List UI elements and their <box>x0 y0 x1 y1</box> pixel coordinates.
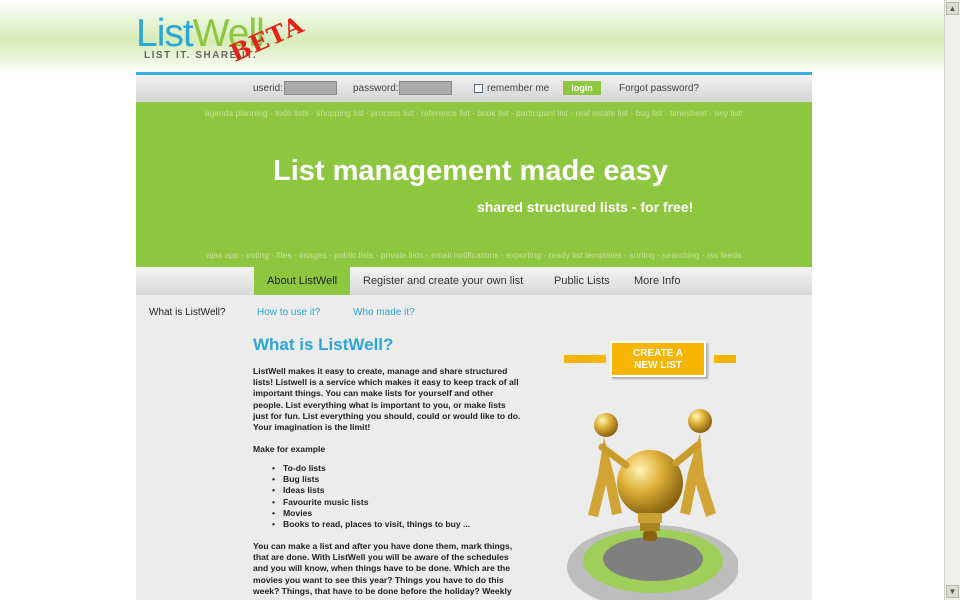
tab-public-lists[interactable]: Public Lists <box>554 267 610 295</box>
userid-input[interactable] <box>284 81 337 95</box>
cta-line-2: NEW LIST <box>634 360 682 371</box>
login-bar: userid: password: remember me login Forg… <box>136 72 812 102</box>
hero-banner: agenda planning - todo lists - shopping … <box>136 102 812 267</box>
forgot-password-link[interactable]: Forgot password? <box>619 83 699 94</box>
tab-about-listwell[interactable]: About ListWell <box>254 267 351 295</box>
section-heading: What is ListWell? <box>253 335 394 354</box>
hero-top-tags: agenda planning - todo lists - shopping … <box>204 108 744 118</box>
list-item: Books to read, places to visit, things t… <box>272 519 470 530</box>
second-paragraph: You can make a list and after you have d… <box>253 541 513 596</box>
lightbulb-figures-illustration <box>567 409 738 600</box>
examples-list: To-do lists Bug lists Ideas lists Favour… <box>272 463 470 530</box>
tab-more-info[interactable]: More Info <box>634 267 680 295</box>
intro-paragraph: ListWell makes it easy to create, manage… <box>253 366 521 433</box>
listwell-logo[interactable]: ListWell LIST IT. SHARE IT. BETA <box>136 9 308 67</box>
logo-word-list: List <box>136 12 194 55</box>
hero-bottom-tags: ajax app - voting - files - images - pub… <box>206 250 742 260</box>
cta-decor-left <box>564 355 606 363</box>
hero-subheadline: shared structured lists - for free! <box>477 199 694 215</box>
main-content: What is ListWell? How to use it? Who mad… <box>136 295 812 600</box>
list-item: Movies <box>272 508 470 519</box>
list-item: Ideas lists <box>272 485 470 496</box>
list-item: Bug lists <box>272 474 470 485</box>
subnav-who-made-it[interactable]: Who made it? <box>353 307 415 318</box>
scroll-up-arrow-icon[interactable]: ▲ <box>946 2 959 15</box>
tab-register[interactable]: Register and create your own list <box>363 267 523 295</box>
site-container: ListWell LIST IT. SHARE IT. BETA userid:… <box>136 0 812 600</box>
remember-me-checkbox[interactable] <box>474 84 483 93</box>
cta-line-1: CREATE A <box>633 348 683 359</box>
scroll-down-arrow-icon[interactable]: ▼ <box>946 585 959 598</box>
hero-headline: List management made easy <box>273 155 668 187</box>
login-button[interactable]: login <box>563 81 601 95</box>
password-input[interactable] <box>399 81 452 95</box>
vertical-scrollbar[interactable]: ▲ ▼ <box>944 0 960 600</box>
password-label: password: <box>353 83 399 94</box>
create-new-list-button[interactable]: CREATE A NEW LIST <box>610 341 706 377</box>
list-item: Favourite music lists <box>272 497 470 508</box>
main-nav: About ListWell Register and create your … <box>136 267 812 295</box>
subnav-what-is-listwell[interactable]: What is ListWell? <box>149 307 226 318</box>
list-item: To-do lists <box>272 463 470 474</box>
userid-label: userid: <box>253 83 284 94</box>
cta-decor-right <box>714 355 736 363</box>
remember-me-label: remember me <box>487 83 550 94</box>
subnav-how-to-use[interactable]: How to use it? <box>257 307 320 318</box>
examples-heading: Make for example <box>253 444 326 454</box>
